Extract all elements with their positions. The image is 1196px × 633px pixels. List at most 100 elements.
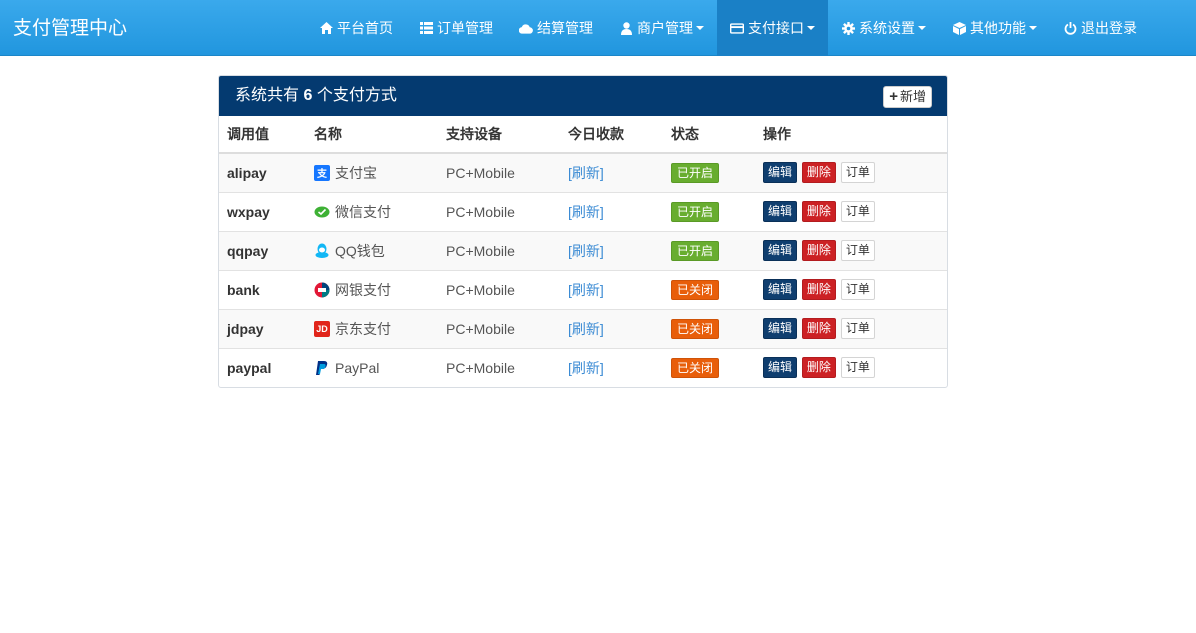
nav-home-label: 平台首页: [337, 20, 393, 36]
actions-cell: 编辑 删除 订单: [755, 230, 947, 270]
today-income-cell: [刷新]: [560, 269, 663, 309]
home-icon: [319, 21, 333, 35]
delete-button[interactable]: 删除: [801, 201, 836, 222]
qq-wallet-icon: [314, 243, 335, 259]
order-button[interactable]: 订单: [840, 162, 875, 184]
wechat-pay-icon: [314, 204, 335, 220]
today-income-cell: [刷新]: [560, 230, 663, 270]
nav-payment-interface[interactable]: 支付接口: [717, 0, 828, 56]
nav-logout[interactable]: 退出登录: [1050, 0, 1150, 56]
order-button[interactable]: 订单: [840, 279, 875, 300]
delete-button[interactable]: 删除: [801, 357, 836, 379]
navbar: 支付管理中心 平台首页 订单管理 结算管理 商户管理 支付接口 系统设置 其他功…: [0, 0, 1196, 56]
panel-heading: 系统共有 6 个支付方式 + 新增: [219, 76, 947, 116]
refresh-link[interactable]: [刷新]: [568, 360, 604, 376]
today-income-cell: [刷新]: [560, 191, 663, 231]
payment-name: 网银支付: [335, 281, 391, 298]
refresh-link[interactable]: [刷新]: [568, 282, 604, 298]
actions-cell: 编辑 删除 订单: [755, 347, 947, 387]
today-income-cell: [刷新]: [560, 152, 663, 192]
brand-title[interactable]: 支付管理中心: [13, 0, 127, 56]
delete-button[interactable]: 删除: [801, 162, 836, 184]
payment-name: 微信支付: [335, 203, 391, 220]
gear-icon: [841, 21, 855, 35]
chevron-down-icon: [1029, 26, 1037, 30]
actions-cell: 编辑 删除 订单: [755, 308, 947, 348]
status-cell: 已开启: [663, 191, 755, 231]
nav-home[interactable]: 平台首页: [306, 0, 406, 56]
payment-name-cell: PayPal: [306, 347, 438, 387]
payment-name-cell: 支支付宝: [306, 152, 438, 192]
edit-button[interactable]: 编辑: [763, 279, 798, 300]
nav-other-functions-label: 其他功能: [970, 20, 1026, 36]
header-actions: 操作: [755, 116, 947, 154]
refresh-link[interactable]: [刷新]: [568, 243, 604, 259]
payment-name-cell: JD 京东支付: [306, 308, 438, 348]
supported-device: PC+Mobile: [438, 347, 560, 387]
payment-name: PayPal: [335, 359, 380, 376]
chevron-down-icon: [807, 26, 815, 30]
header-code: 调用值: [219, 116, 306, 154]
order-button[interactable]: 订单: [840, 357, 875, 379]
nav-settlement-label: 结算管理: [537, 20, 593, 36]
nav-settlement[interactable]: 结算管理: [506, 0, 606, 56]
payment-name: 支付宝: [335, 164, 377, 181]
order-button[interactable]: 订单: [840, 201, 875, 222]
supported-device: PC+Mobile: [438, 308, 560, 348]
nav-orders[interactable]: 订单管理: [406, 0, 506, 56]
refresh-link[interactable]: [刷新]: [568, 165, 604, 181]
paypal-icon: [314, 360, 335, 376]
table-row: paypal PayPal PC+Mobile [刷新] 已关闭 编辑 删除 订单: [219, 347, 947, 387]
nav-orders-label: 订单管理: [437, 20, 493, 36]
list-icon: [419, 21, 433, 35]
table-row: bank 网银支付 PC+Mobile [刷新] 已关闭 编辑 删除 订单: [219, 269, 947, 309]
edit-button[interactable]: 编辑: [763, 357, 798, 379]
status-cell: 已关闭: [663, 308, 755, 348]
header-device: 支持设备: [438, 116, 560, 154]
jd-icon: JD: [314, 320, 335, 337]
payment-code: paypal: [219, 347, 306, 387]
header-today: 今日收款: [560, 116, 663, 154]
actions-cell: 编辑 删除 订单: [755, 152, 947, 192]
edit-button[interactable]: 编辑: [763, 162, 798, 184]
header-name: 名称: [306, 116, 438, 154]
payment-methods-table: 调用值 名称 支持设备 今日收款 状态 操作 alipay 支支付宝 PC+Mobi…: [219, 116, 947, 387]
delete-button[interactable]: 删除: [801, 318, 836, 339]
refresh-link[interactable]: [刷新]: [568, 321, 604, 337]
cloud-icon: [519, 21, 533, 35]
payment-name: QQ钱包: [335, 242, 385, 259]
nav-other-functions[interactable]: 其他功能: [939, 0, 1050, 56]
supported-device: PC+Mobile: [438, 230, 560, 270]
order-button[interactable]: 订单: [840, 240, 875, 261]
status-badge: 已开启: [671, 162, 720, 183]
payment-method-count: 6: [303, 87, 313, 104]
nav-system-settings[interactable]: 系统设置: [828, 0, 939, 56]
status-cell: 已关闭: [663, 269, 755, 309]
order-button[interactable]: 订单: [840, 318, 875, 339]
status-badge: 已关闭: [671, 357, 720, 378]
delete-button[interactable]: 删除: [801, 279, 836, 300]
payment-code: bank: [219, 269, 306, 309]
delete-button[interactable]: 删除: [801, 240, 836, 261]
add-payment-button[interactable]: + 新增: [883, 86, 932, 108]
panel-title-prefix: 系统共有: [235, 87, 300, 104]
unionpay-icon: [314, 282, 335, 298]
status-badge: 已开启: [671, 201, 720, 222]
nav-logout-label: 退出登录: [1081, 20, 1137, 36]
user-icon: [619, 21, 633, 35]
chevron-down-icon: [918, 26, 926, 30]
alipay-icon: 支: [314, 164, 335, 181]
edit-button[interactable]: 编辑: [763, 201, 798, 222]
refresh-link[interactable]: [刷新]: [568, 204, 604, 220]
nav-menu: 平台首页 订单管理 结算管理 商户管理 支付接口 系统设置 其他功能 退出登录: [306, 0, 1150, 56]
nav-merchants-label: 商户管理: [637, 20, 693, 36]
edit-button[interactable]: 编辑: [763, 318, 798, 339]
status-badge: 已关闭: [671, 318, 720, 339]
add-button-label: 新增: [899, 89, 926, 104]
payment-name-cell: 网银支付: [306, 269, 438, 309]
power-icon: [1063, 21, 1077, 35]
actions-cell: 编辑 删除 订单: [755, 191, 947, 231]
edit-button[interactable]: 编辑: [763, 240, 798, 261]
nav-merchants[interactable]: 商户管理: [606, 0, 717, 56]
cube-icon: [952, 21, 966, 35]
